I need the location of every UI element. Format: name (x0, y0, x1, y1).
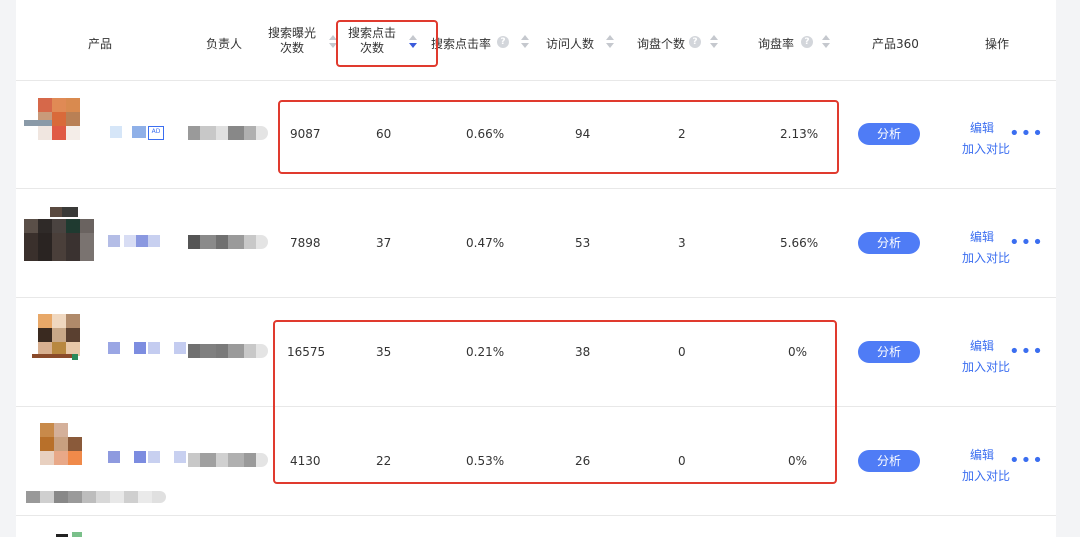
col-product: 产品 (88, 37, 113, 51)
highlight-box (336, 20, 438, 67)
analyze-button[interactable]: 分析 (858, 450, 920, 472)
edit-link[interactable]: 编辑 (970, 337, 994, 354)
clicks-value: 37 (376, 236, 392, 250)
highlight-box (278, 100, 839, 174)
sort-icon[interactable] (822, 34, 830, 50)
table-row: 7898 37 0.47% 53 3 5.66% 分析 编辑 加入对比 ••• (16, 189, 1056, 298)
col-actions: 操作 (985, 37, 1010, 51)
owner-name-blurred (188, 344, 268, 358)
edit-link[interactable]: 编辑 (970, 446, 994, 463)
owner-name-blurred (188, 235, 268, 249)
analyze-button[interactable]: 分析 (858, 341, 920, 363)
help-icon[interactable]: ? (801, 36, 813, 48)
visitors-value: 53 (575, 236, 591, 250)
add-compare-link[interactable]: 加入对比 (962, 467, 1010, 484)
add-compare-link[interactable]: 加入对比 (962, 249, 1010, 266)
analyze-button[interactable]: 分析 (858, 123, 920, 145)
analyze-button[interactable]: 分析 (858, 232, 920, 254)
col-owner: 负责人 (206, 37, 243, 51)
more-icon[interactable]: ••• (1009, 343, 1044, 361)
help-icon[interactable]: ? (497, 36, 509, 48)
impressions-value: 7898 (290, 236, 321, 250)
product-thumbnail[interactable]: AD (24, 98, 174, 158)
more-icon[interactable]: ••• (1009, 125, 1044, 143)
highlight-box (273, 320, 837, 484)
more-icon[interactable]: ••• (1009, 452, 1044, 470)
ctr-value: 0.47% (466, 236, 505, 250)
inquiries-value: 3 (678, 236, 686, 250)
owner-name-blurred (188, 126, 268, 140)
col-inquiry-rate[interactable]: 询盘率 (758, 35, 794, 52)
table-row (16, 516, 1056, 537)
col-product360: 产品360 (872, 37, 919, 51)
col-ctr[interactable]: 搜索点击率 (431, 35, 491, 52)
col-inquiries[interactable]: 询盘个数 (637, 35, 685, 52)
sort-icon[interactable] (521, 34, 529, 50)
help-icon[interactable]: ? (689, 36, 701, 48)
product-thumbnail[interactable] (24, 207, 174, 277)
more-icon[interactable]: ••• (1009, 234, 1044, 252)
table-header: 产品 负责人 搜索曝光 次数 搜索点击 次数 搜索点击率 ? 访问人数 询盘个数… (16, 0, 1056, 81)
edit-link[interactable]: 编辑 (970, 228, 994, 245)
sort-icon[interactable] (710, 34, 718, 50)
product-thumbnail[interactable] (24, 314, 186, 374)
sort-icon[interactable] (606, 34, 614, 50)
add-compare-link[interactable]: 加入对比 (962, 358, 1010, 375)
col-visitors[interactable]: 访问人数 (546, 35, 594, 52)
col-impressions[interactable]: 搜索曝光 次数 (266, 26, 318, 56)
inquiry-rate-value: 5.66% (780, 236, 819, 250)
product-thumbnail[interactable] (24, 423, 186, 507)
add-compare-link[interactable]: 加入对比 (962, 140, 1010, 157)
owner-name-blurred (188, 453, 268, 467)
edit-link[interactable]: 编辑 (970, 119, 994, 136)
